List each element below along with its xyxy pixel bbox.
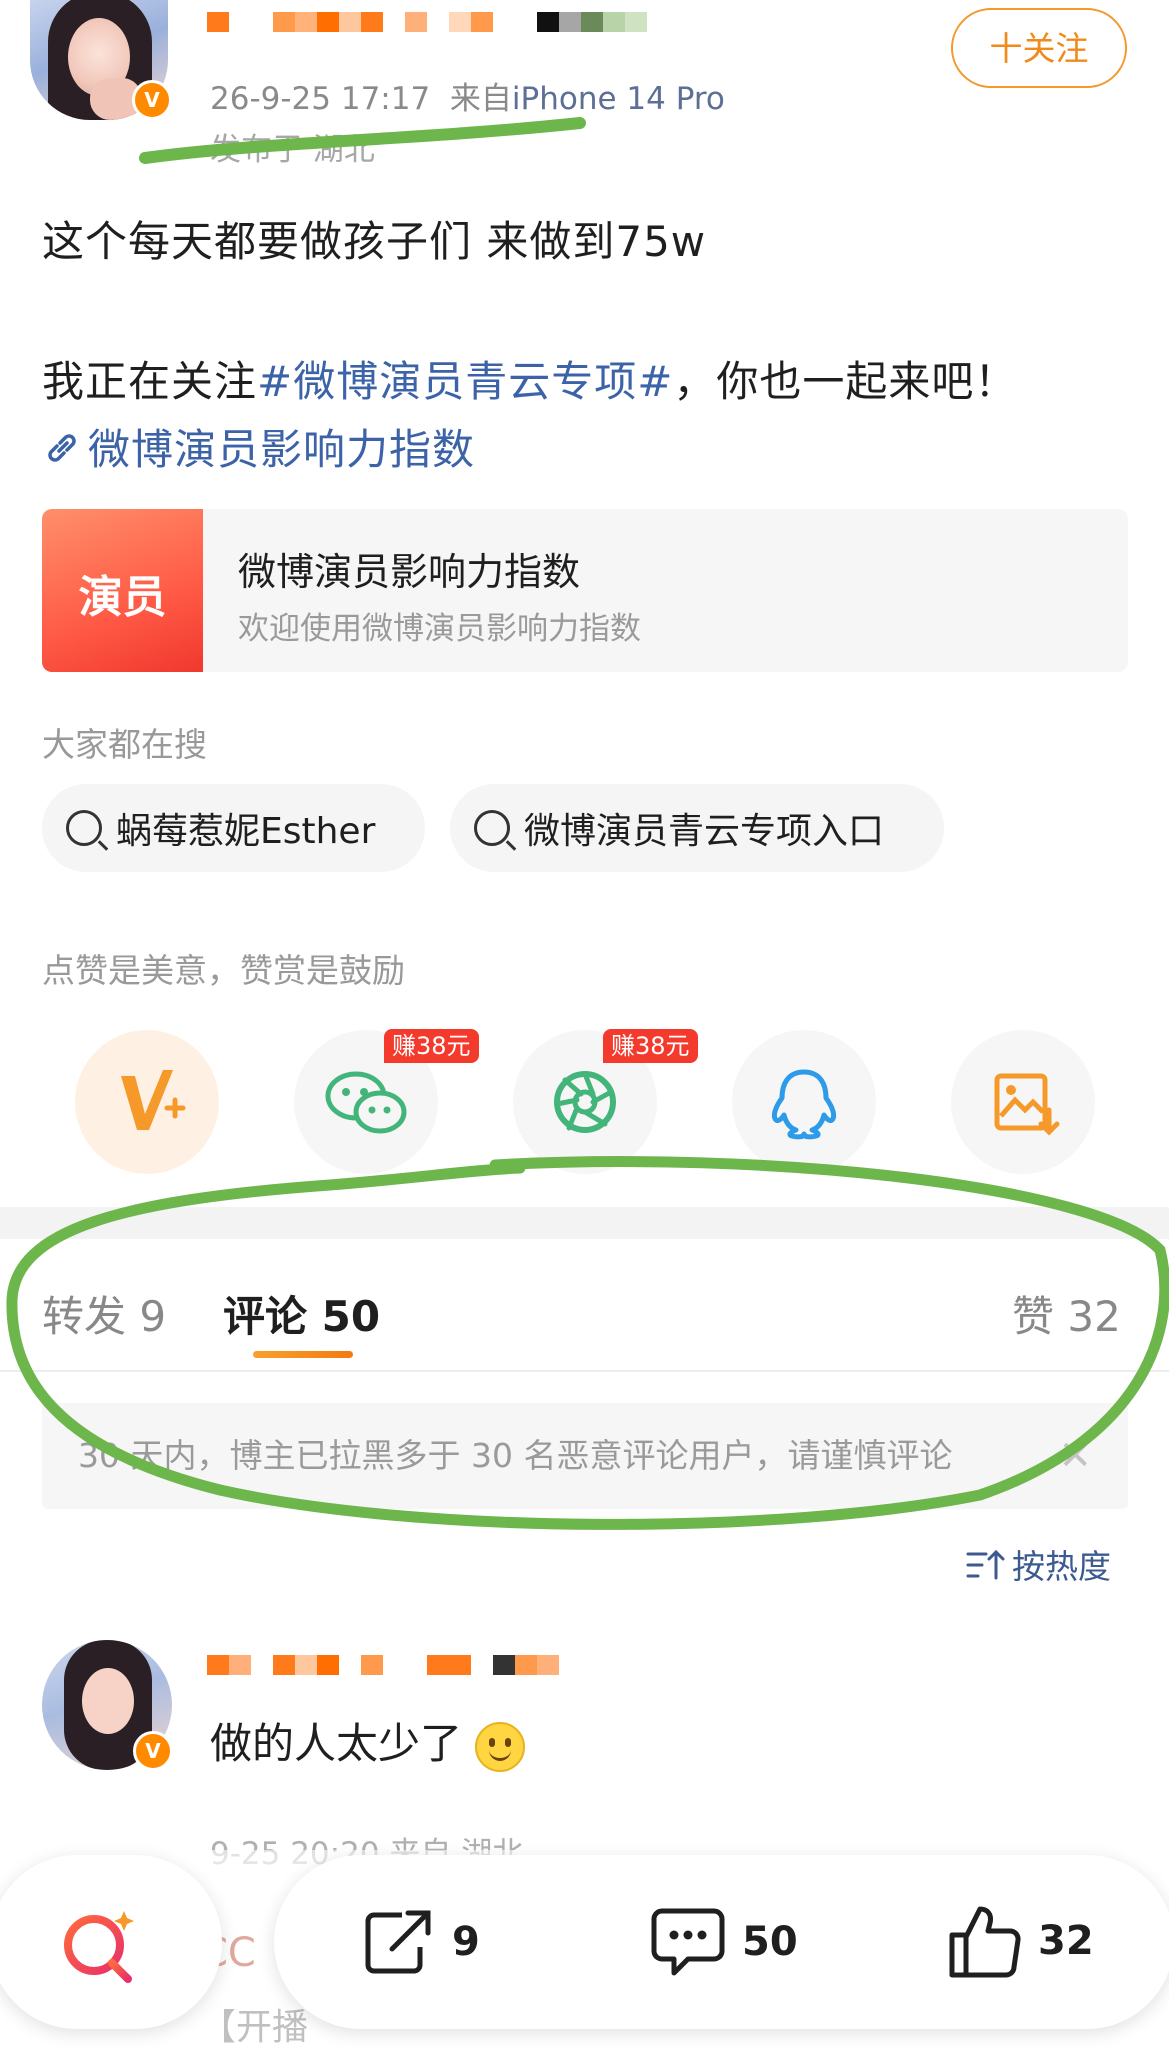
repost-icon — [365, 1910, 431, 1974]
search-icon — [66, 810, 102, 846]
commenter-name-pixelated[interactable] — [207, 1655, 559, 1675]
ai-search-icon — [64, 1911, 134, 1983]
search-chip-1-label: 蜗莓惹妮Esther — [116, 811, 376, 852]
repost-button[interactable]: 9 — [362, 1907, 480, 1977]
card-thumb-label: 演员 — [78, 572, 167, 623]
search-chip-2[interactable]: 微博演员青云专项入口 — [450, 784, 944, 872]
card-subtitle: 欢迎使用微博演员影响力指数 — [238, 611, 641, 647]
comment-count: 50 — [742, 1919, 798, 1965]
tab-likes[interactable]: 赞 32 — [1012, 1283, 1121, 1344]
verified-badge-icon: V — [132, 80, 172, 120]
post-text-line2: 我正在关注#微博演员青云专项#，你也一起来吧！ — [42, 348, 1017, 409]
section-divider — [0, 1207, 1169, 1239]
smile-emoji-icon — [475, 1721, 526, 1772]
post-timestamp: 26-9-25 17:17 — [210, 81, 431, 117]
reward-button[interactable] — [75, 1030, 219, 1174]
save-image-button[interactable] — [951, 1030, 1095, 1174]
sort-icon — [966, 1549, 1005, 1580]
like-button[interactable]: 32 — [944, 1901, 1094, 1981]
search-chip-1[interactable]: 蜗莓惹妮Esther — [42, 784, 425, 872]
post-text-line1: 这个每天都要做孩子们 来做到75w — [42, 217, 707, 266]
ai-search-button[interactable] — [0, 1855, 222, 2029]
action-bar: 9 50 32 — [274, 1855, 1169, 2029]
save-image-icon — [994, 1073, 1060, 1136]
qq-icon — [771, 1069, 837, 1140]
comment-notice: 30 天内，博主已拉黑多于 30 名恶意评论用户，请谨慎评论 ✕ — [42, 1403, 1128, 1509]
earn-tag-moments: 赚38元 — [603, 1029, 698, 1063]
post-text-prefix: 我正在关注 — [42, 357, 258, 406]
comment-text: 做的人太少了 — [210, 1719, 463, 1768]
active-tab-indicator — [253, 1351, 353, 1358]
post-location: 发布于 湖北 — [210, 132, 375, 168]
link-icon — [48, 434, 76, 462]
hot-search-heading: 大家都在搜 — [42, 725, 207, 764]
follow-button[interactable]: 十关注 — [951, 8, 1127, 88]
close-icon[interactable]: ✕ — [1058, 1403, 1092, 1509]
comment-button[interactable]: 50 — [648, 1905, 798, 1979]
card-title: 微博演员影响力指数 — [238, 550, 581, 594]
post-meta: 26-9-25 17:17 来自iPhone 14 Pro — [210, 73, 725, 118]
sort-button[interactable]: 按热度 — [966, 1540, 1111, 1588]
tab-divider — [0, 1370, 1169, 1372]
topic-link[interactable]: #微博演员青云专项# — [257, 357, 673, 406]
notice-text: 30 天内，博主已拉黑多于 30 名恶意评论用户，请谨慎评论 — [78, 1436, 953, 1475]
like-icon — [949, 1906, 1021, 1978]
author-name-pixelated[interactable] — [207, 12, 647, 32]
sort-label: 按热度 — [1012, 1547, 1111, 1586]
reward-v-icon — [121, 1070, 186, 1130]
web-link[interactable]: 微博演员影响力指数 — [42, 416, 475, 477]
commenter-verified-icon: V — [133, 1731, 173, 1771]
post-source-device[interactable]: iPhone 14 Pro — [512, 81, 725, 117]
search-chip-2-label: 微博演员青云专项入口 — [524, 811, 885, 852]
search-icon — [474, 810, 510, 846]
comment-body: 做的人太少了 — [210, 1710, 526, 1772]
share-qq-button[interactable] — [732, 1030, 876, 1174]
repost-count: 9 — [452, 1919, 480, 1965]
tab-comments[interactable]: 评论 50 — [223, 1283, 380, 1344]
link-card[interactable]: 演员 微博演员影响力指数 欢迎使用微博演员影响力指数 — [42, 509, 1128, 672]
comment-icon — [651, 1908, 725, 1976]
post-text-suffix: ，你也一起来吧！ — [673, 357, 1018, 406]
tab-repost[interactable]: 转发 9 — [42, 1283, 166, 1344]
web-link-label: 微博演员影响力指数 — [88, 425, 476, 474]
like-count: 32 — [1038, 1918, 1094, 1964]
card-thumbnail: 演员 — [42, 509, 203, 672]
post-source-prefix: 来自 — [449, 81, 512, 117]
reward-text: 点赞是美意，赞赏是鼓励 — [42, 951, 405, 990]
earn-tag-wechat: 赚38元 — [384, 1029, 479, 1063]
